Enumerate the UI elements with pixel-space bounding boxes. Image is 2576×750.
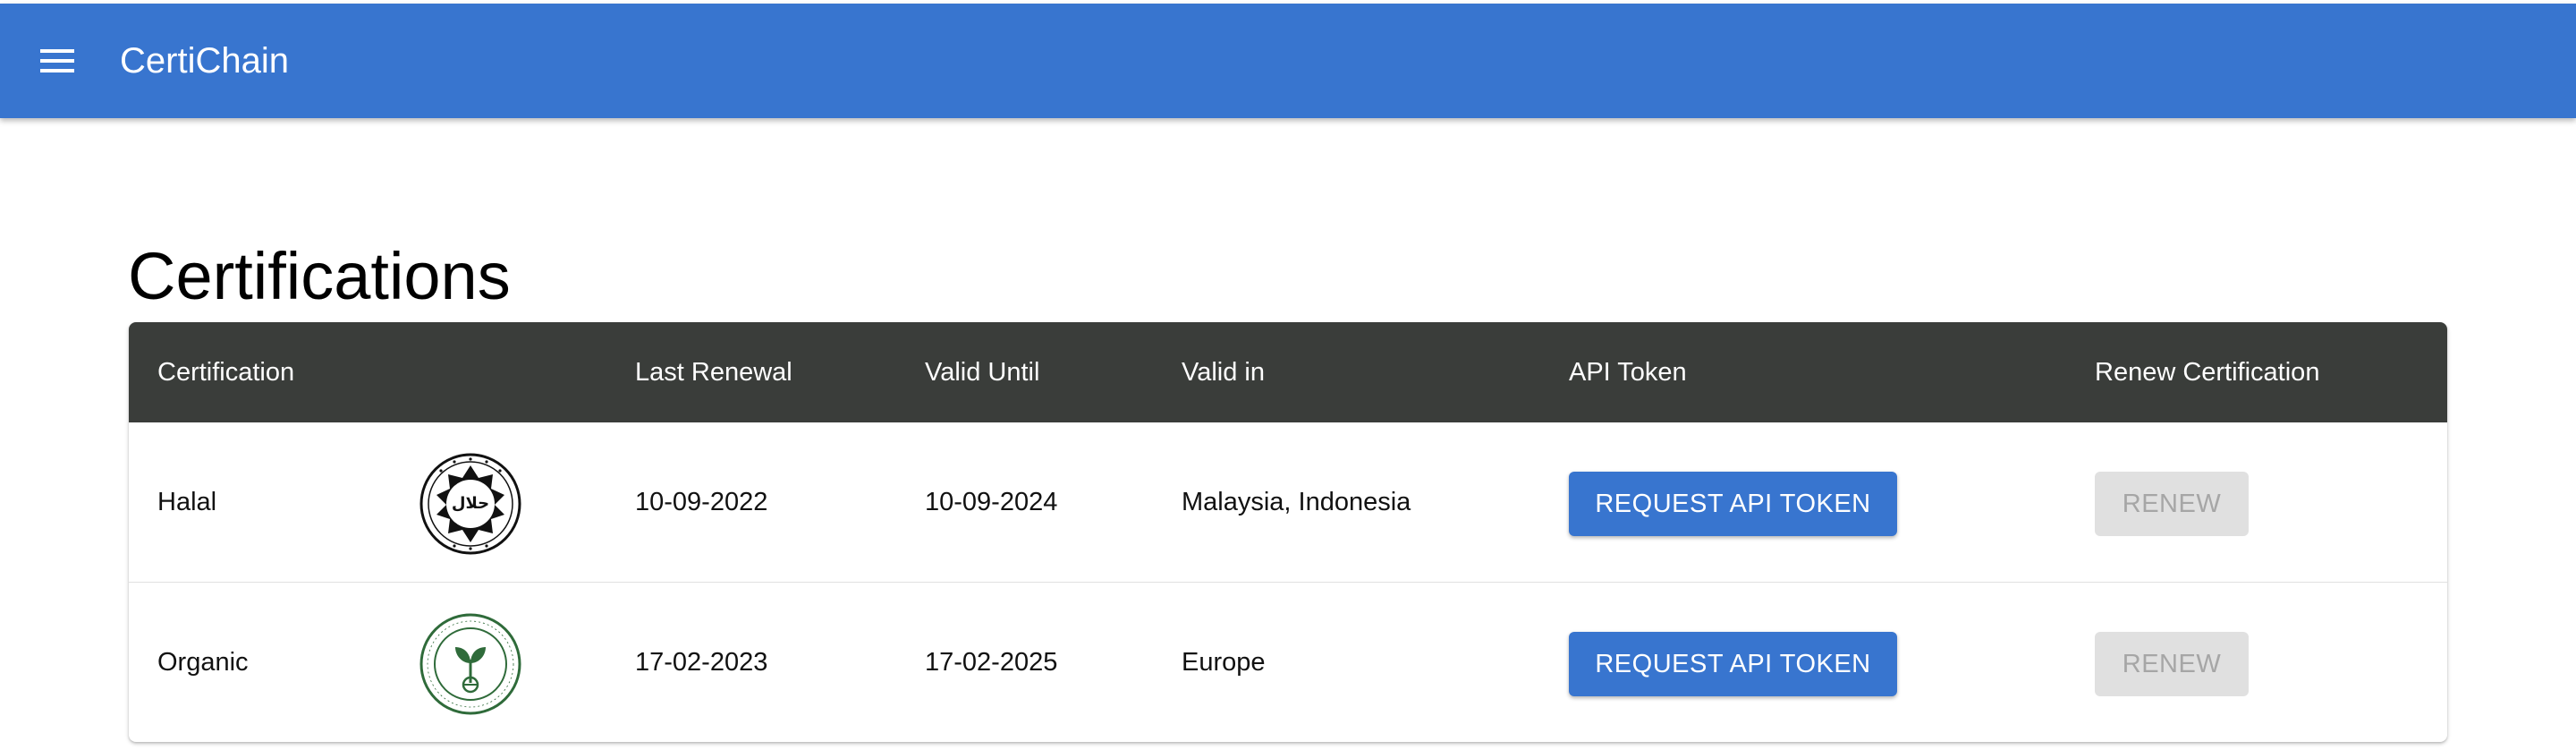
- header-api-token: API Token: [1569, 358, 1687, 387]
- valid-until-date: 17-02-2025: [925, 648, 1058, 677]
- last-renewal-date: 17-02-2023: [635, 648, 768, 677]
- valid-in-regions: Malaysia, Indonesia: [1182, 488, 1411, 516]
- header-certification: Certification: [157, 358, 295, 387]
- last-renewal-date: 10-09-2022: [635, 488, 768, 516]
- table-row: Halal حلال 10-09-2022 10-09-2024 Malaysi…: [129, 422, 2447, 583]
- page-title: Certifications: [128, 239, 511, 313]
- certification-name: Halal: [157, 488, 217, 516]
- halal-logo: حلال: [419, 453, 521, 555]
- table-row: Organic 17-02-2023 17-02-2025 Europe REQ…: [129, 583, 2447, 742]
- table-header: Certification Last Renewal Valid Until V…: [129, 322, 2447, 422]
- valid-in-regions: Europe: [1182, 648, 1266, 677]
- header-renew-certification: Renew Certification: [2095, 358, 2320, 387]
- renew-button[interactable]: RENEW: [2095, 632, 2249, 696]
- app-title: CertiChain: [120, 41, 289, 81]
- header-valid-until: Valid Until: [925, 358, 1040, 387]
- hamburger-menu-icon[interactable]: [29, 32, 86, 89]
- certifications-table: Certification Last Renewal Valid Until V…: [129, 322, 2447, 742]
- request-api-token-button[interactable]: REQUEST API TOKEN: [1569, 472, 1897, 536]
- renew-button[interactable]: RENEW: [2095, 472, 2249, 536]
- request-api-token-button[interactable]: REQUEST API TOKEN: [1569, 632, 1897, 696]
- organic-malaysia-logo: [419, 613, 521, 715]
- valid-until-date: 10-09-2024: [925, 488, 1058, 516]
- certification-name: Organic: [157, 648, 249, 677]
- app-bar: CertiChain: [0, 4, 2576, 118]
- header-last-renewal: Last Renewal: [635, 358, 792, 387]
- header-valid-in: Valid in: [1182, 358, 1265, 387]
- svg-text:حلال: حلال: [452, 494, 489, 513]
